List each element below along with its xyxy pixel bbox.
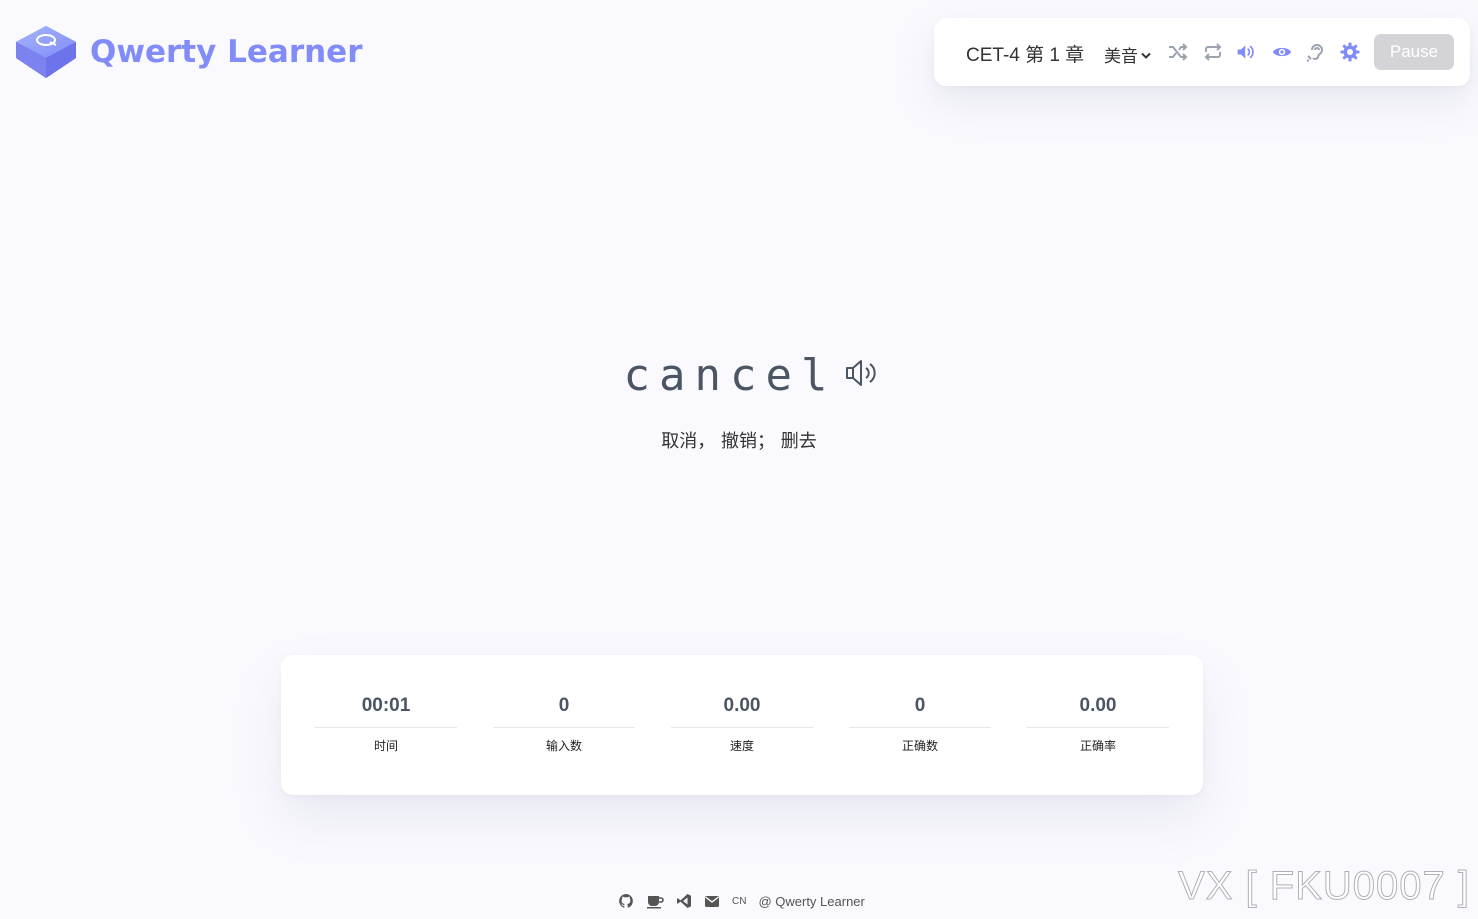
dictionary-selector[interactable]: CET-4 第 1 章 (966, 40, 1084, 67)
sound-on-icon[interactable] (1236, 42, 1256, 62)
keycap-logo-icon (16, 26, 76, 78)
eye-icon[interactable] (1272, 42, 1292, 62)
settings-icon[interactable] (1340, 42, 1360, 62)
shuffle-icon[interactable] (1168, 42, 1188, 62)
mail-icon[interactable] (704, 895, 720, 908)
repeat-icon[interactable] (1203, 42, 1223, 62)
stat-value: 0.00 (671, 695, 813, 728)
stat-value: 0.00 (1027, 695, 1169, 728)
language-toggle[interactable]: CN (732, 896, 746, 907)
stat-label: 速度 (729, 739, 754, 753)
coffee-icon[interactable] (646, 893, 664, 909)
stat-label: 输入数 (545, 739, 582, 753)
stat-accuracy: 0.00 正确率 (1027, 695, 1169, 754)
github-icon[interactable] (618, 893, 634, 909)
stat-input-count: 0 输入数 (493, 695, 635, 754)
app-logo[interactable]: Qwerty Learner (14, 24, 363, 80)
stat-label: 正确数 (901, 739, 938, 753)
pronounce-speaker-icon[interactable] (844, 357, 880, 394)
copyright-link[interactable]: @ Qwerty Learner (758, 894, 864, 909)
watermark-text: VX [ FKU0007 ] (1178, 864, 1470, 909)
app-page: Qwerty Learner CET-4 第 1 章 美音 Pause canc… (0, 0, 1478, 919)
hearing-icon[interactable] (1306, 42, 1326, 62)
stat-value: 00:01 (315, 695, 457, 728)
chevron-down-icon (1141, 45, 1151, 65)
stat-correct-count: 0 正确数 (849, 695, 991, 754)
vscode-icon[interactable] (676, 893, 692, 909)
stat-value: 0 (493, 695, 635, 728)
accent-selector[interactable]: 美音 (1104, 42, 1151, 67)
accent-label: 美音 (1104, 47, 1138, 66)
app-title: Qwerty Learner (90, 34, 363, 70)
word-display: cancel (0, 350, 1478, 401)
stat-time: 00:01 时间 (315, 695, 457, 754)
toolbar: CET-4 第 1 章 美音 Pause (934, 18, 1470, 86)
stats-panel: 00:01 时间 0 输入数 0.00 速度 0 正确数 0.00 正确率 (281, 655, 1203, 795)
footer: CN @ Qwerty Learner (618, 892, 865, 910)
stat-value: 0 (849, 695, 991, 728)
current-word: cancel (623, 350, 837, 401)
stat-label: 正确率 (1079, 739, 1116, 753)
word-translation: 取消， 撤销； 删去 (661, 431, 817, 452)
pause-button[interactable]: Pause (1374, 34, 1454, 70)
stat-speed: 0.00 速度 (671, 695, 813, 754)
stat-label: 时间 (373, 739, 398, 753)
